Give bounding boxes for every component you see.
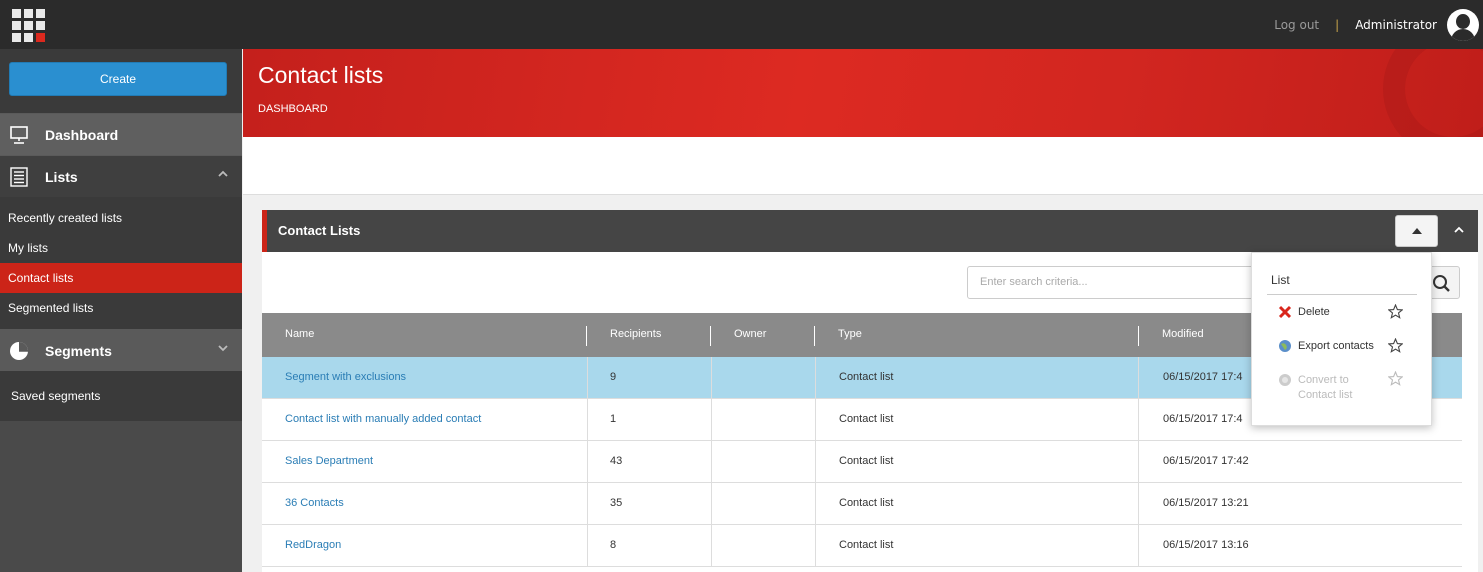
convert-label-line1: Convert to xyxy=(1298,374,1349,386)
segments-submenu: Saved segments xyxy=(0,371,242,421)
topbar-separator: | xyxy=(1335,17,1340,32)
convert-label-line2: Contact list xyxy=(1298,389,1353,401)
lists-submenu: Recently created lists My lists Contact … xyxy=(0,197,242,329)
pie-chart-icon xyxy=(10,341,28,360)
row-recipients: 8 xyxy=(610,539,617,551)
toolbar-area xyxy=(243,137,1483,195)
table-row[interactable]: Sales Department 43 Contact list 06/15/2… xyxy=(262,441,1462,483)
user-name[interactable]: Administrator xyxy=(1355,18,1437,32)
logout-link[interactable]: Log out xyxy=(1274,18,1319,32)
sidebar: Create Dashboard Lists Recently created … xyxy=(0,49,242,572)
row-name[interactable]: Sales Department xyxy=(285,455,373,467)
panel-title: Contact Lists xyxy=(278,223,361,238)
sidebar-item-label: Dashboard xyxy=(45,126,119,143)
row-modified: 06/15/2017 13:21 xyxy=(1163,497,1249,509)
collapse-icon[interactable] xyxy=(1454,225,1464,235)
column-header-name[interactable]: Name xyxy=(285,328,314,340)
table-row[interactable]: RedDragon 8 Contact list 06/15/2017 13:1… xyxy=(262,525,1462,567)
sidebar-item-label: Segments xyxy=(45,342,112,359)
row-modified: 06/15/2017 13:16 xyxy=(1163,539,1249,551)
table-row[interactable]: 36 Contacts 35 Contact list 06/15/2017 1… xyxy=(262,483,1462,525)
create-button[interactable]: Create xyxy=(9,62,227,96)
row-recipients: 35 xyxy=(610,497,623,509)
row-recipients: 1 xyxy=(610,413,617,425)
dropdown-title: List xyxy=(1271,273,1290,287)
sidebar-item-recently-created-lists[interactable]: Recently created lists xyxy=(0,203,242,233)
list-icon xyxy=(10,166,28,187)
panel-actions-button[interactable] xyxy=(1395,215,1438,247)
list-actions-dropdown: List Delete Export contacts Convert to C… xyxy=(1251,252,1432,426)
sidebar-item-segments[interactable]: Segments xyxy=(0,329,242,371)
row-type: Contact list xyxy=(839,371,894,383)
search-input[interactable]: Enter search criteria... xyxy=(967,266,1267,299)
row-name[interactable]: Segment with exclusions xyxy=(285,371,406,383)
row-modified: 06/15/2017 17:4 xyxy=(1163,371,1243,383)
column-header-modified[interactable]: Modified xyxy=(1162,328,1204,340)
row-name[interactable]: 36 Contacts xyxy=(285,497,344,509)
sidebar-item-my-lists[interactable]: My lists xyxy=(0,233,242,263)
sidebar-item-saved-segments[interactable]: Saved segments xyxy=(0,381,242,411)
page-header: Contact lists DASHBOARD xyxy=(243,49,1483,137)
chevron-down-icon[interactable] xyxy=(218,343,228,353)
row-name[interactable]: RedDragon xyxy=(285,539,341,551)
convert-icon xyxy=(1279,374,1291,386)
top-bar: Log out | Administrator xyxy=(0,0,1483,49)
delete-x-icon xyxy=(1278,305,1292,319)
export-contacts-menu-item[interactable]: Export contacts xyxy=(1298,340,1374,352)
sidebar-item-label: Lists xyxy=(45,168,78,185)
row-type: Contact list xyxy=(839,413,894,425)
star-icon[interactable] xyxy=(1388,304,1403,319)
row-type: Contact list xyxy=(839,455,894,467)
row-recipients: 43 xyxy=(610,455,623,467)
sidebar-item-dashboard[interactable]: Dashboard xyxy=(0,113,242,155)
breadcrumb[interactable]: DASHBOARD xyxy=(258,103,328,115)
panel-header: Contact Lists xyxy=(262,210,1478,252)
page-title: Contact lists xyxy=(258,62,384,88)
row-type: Contact list xyxy=(839,497,894,509)
row-recipients: 9 xyxy=(610,371,617,383)
convert-to-contact-list-menu-item: Convert to Contact list xyxy=(1298,373,1352,403)
avatar[interactable] xyxy=(1447,8,1479,41)
delete-menu-item[interactable]: Delete xyxy=(1298,306,1330,318)
app-launcher-icon[interactable] xyxy=(12,9,45,42)
row-modified: 06/15/2017 17:42 xyxy=(1163,455,1249,467)
row-type: Contact list xyxy=(839,539,894,551)
sidebar-item-contact-lists[interactable]: Contact lists xyxy=(0,263,242,293)
decorative-ring xyxy=(1383,49,1483,137)
column-header-recipients[interactable]: Recipients xyxy=(610,328,661,340)
star-icon[interactable] xyxy=(1388,338,1403,353)
dashboard-icon xyxy=(10,125,28,144)
search-placeholder: Enter search criteria... xyxy=(980,276,1088,288)
globe-export-icon xyxy=(1279,340,1291,352)
star-icon xyxy=(1388,371,1403,386)
row-name[interactable]: Contact list with manually added contact xyxy=(285,413,481,425)
row-modified: 06/15/2017 17:4 xyxy=(1163,413,1243,425)
sidebar-item-lists[interactable]: Lists xyxy=(0,155,242,197)
column-header-type[interactable]: Type xyxy=(838,328,862,340)
chevron-up-icon[interactable] xyxy=(218,169,228,179)
column-header-owner[interactable]: Owner xyxy=(734,328,766,340)
sidebar-item-segmented-lists[interactable]: Segmented lists xyxy=(0,293,242,323)
